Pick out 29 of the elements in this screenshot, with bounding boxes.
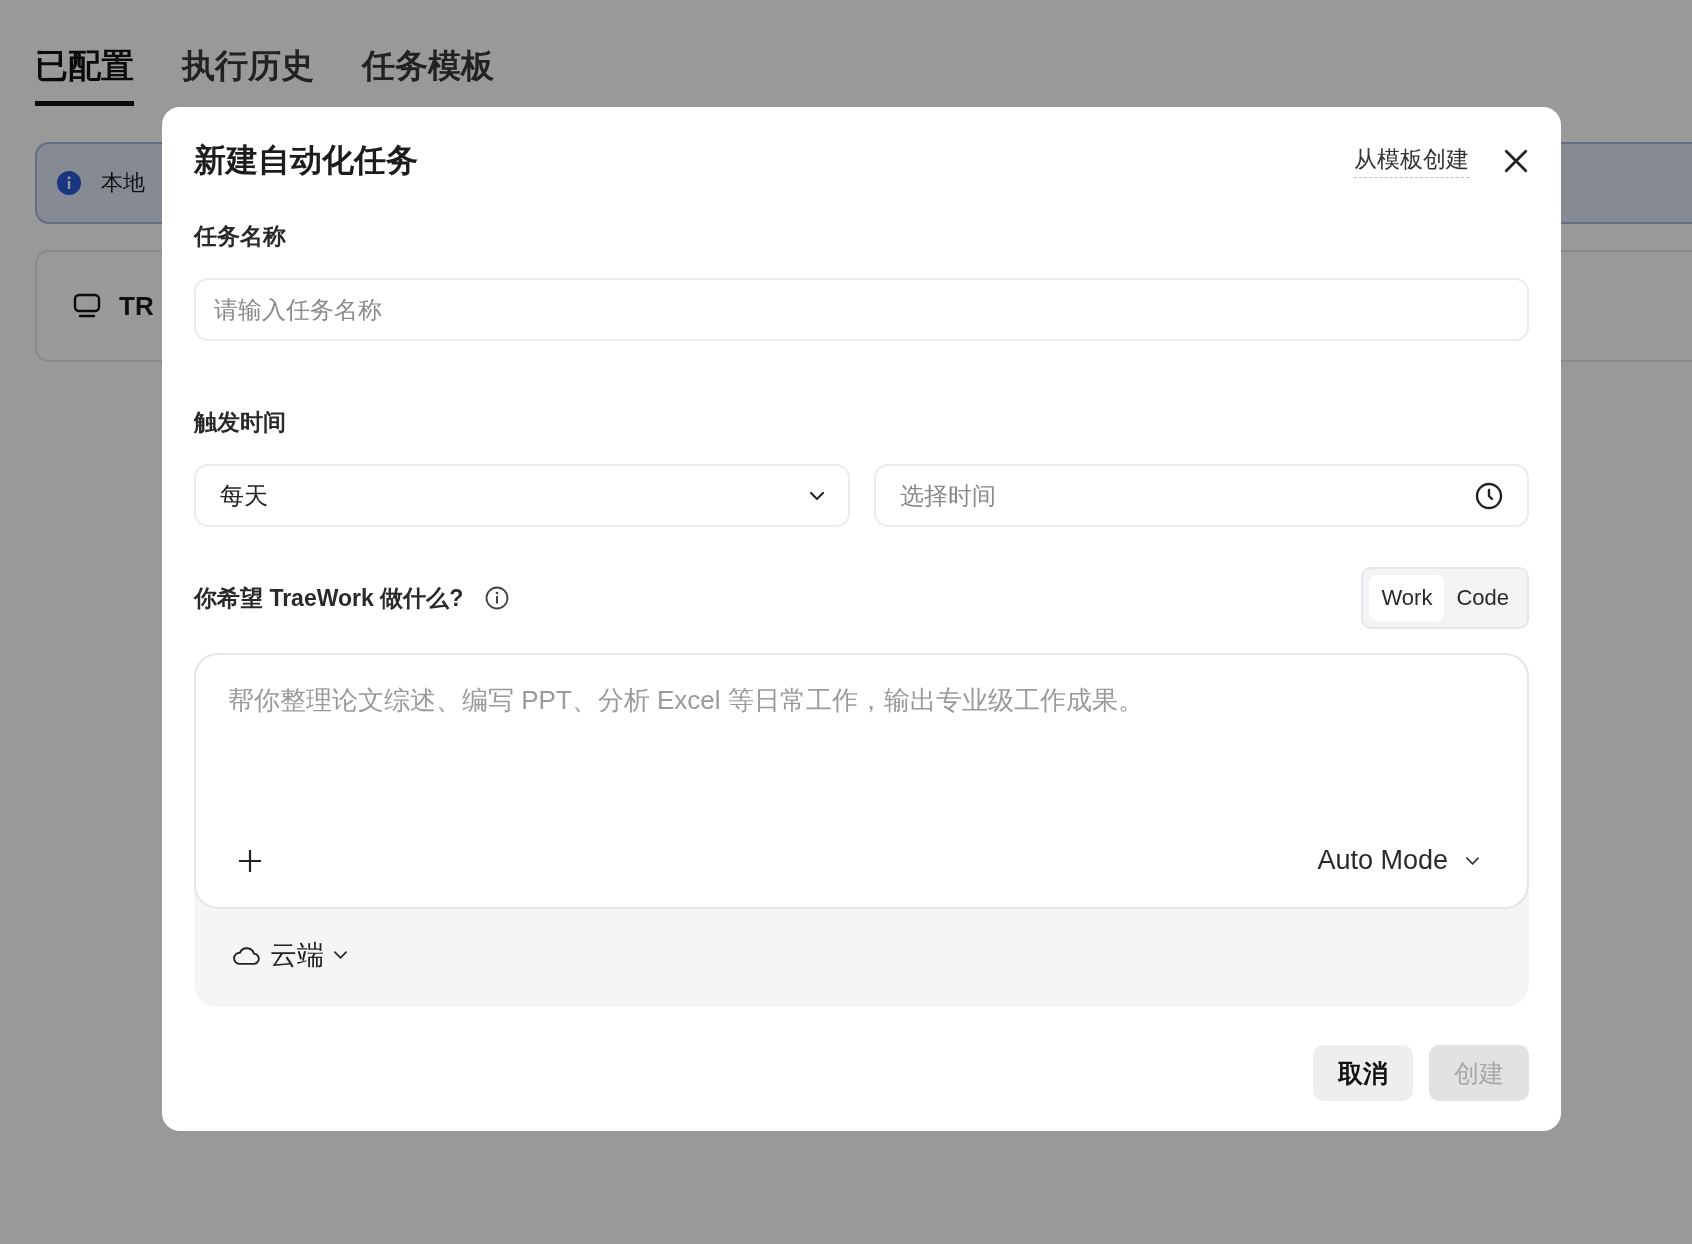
mode-option[interactable]: Code xyxy=(1444,575,1521,621)
chevron-down-icon xyxy=(334,951,347,959)
info-icon xyxy=(57,171,81,195)
tab[interactable]: 已配置 xyxy=(35,44,134,106)
tab[interactable]: 执行历史 xyxy=(182,44,314,106)
field-label: 任务名称 xyxy=(194,222,287,251)
environment-select[interactable]: 云端 xyxy=(194,909,385,1007)
chevron-down-icon xyxy=(1466,856,1479,865)
close-icon[interactable] xyxy=(1503,148,1529,174)
dialog-title: 新建自动化任务 xyxy=(194,141,419,180)
mode-option[interactable]: Work xyxy=(1369,575,1445,621)
model-select[interactable]: Auto Mode xyxy=(1311,844,1485,877)
plus-icon[interactable] xyxy=(238,848,262,873)
clock-icon xyxy=(1475,481,1503,510)
monitor-icon xyxy=(73,293,101,319)
template-link[interactable]: 从模板创建 xyxy=(1354,144,1469,178)
prompt-label: 你希望 TraeWork 做什么? xyxy=(194,583,464,613)
chevron-down-icon xyxy=(809,491,824,500)
frequency-select[interactable]: 每天 xyxy=(194,464,850,527)
task-name-field[interactable]: 请输入任务名称 xyxy=(194,278,1529,341)
dialog-button[interactable]: 取消 xyxy=(1313,1045,1413,1101)
tab[interactable]: 任务模板 xyxy=(362,44,494,106)
prompt-input[interactable]: 帮你整理论文综述、编写 PPT、分析 Excel 等日常工作，输出专业级工作成果。 Auto Mode xyxy=(194,653,1529,909)
banner-text: 本地 xyxy=(101,169,145,197)
field-label: 触发时间 xyxy=(194,408,287,437)
prompt-placeholder: 帮你整理论文综述、编写 PPT、分析 Excel 等日常工作，输出专业级工作成果。 xyxy=(228,684,1145,717)
task-title: TR xyxy=(119,290,154,322)
cloud-icon xyxy=(232,944,260,966)
info-icon[interactable] xyxy=(485,586,510,610)
